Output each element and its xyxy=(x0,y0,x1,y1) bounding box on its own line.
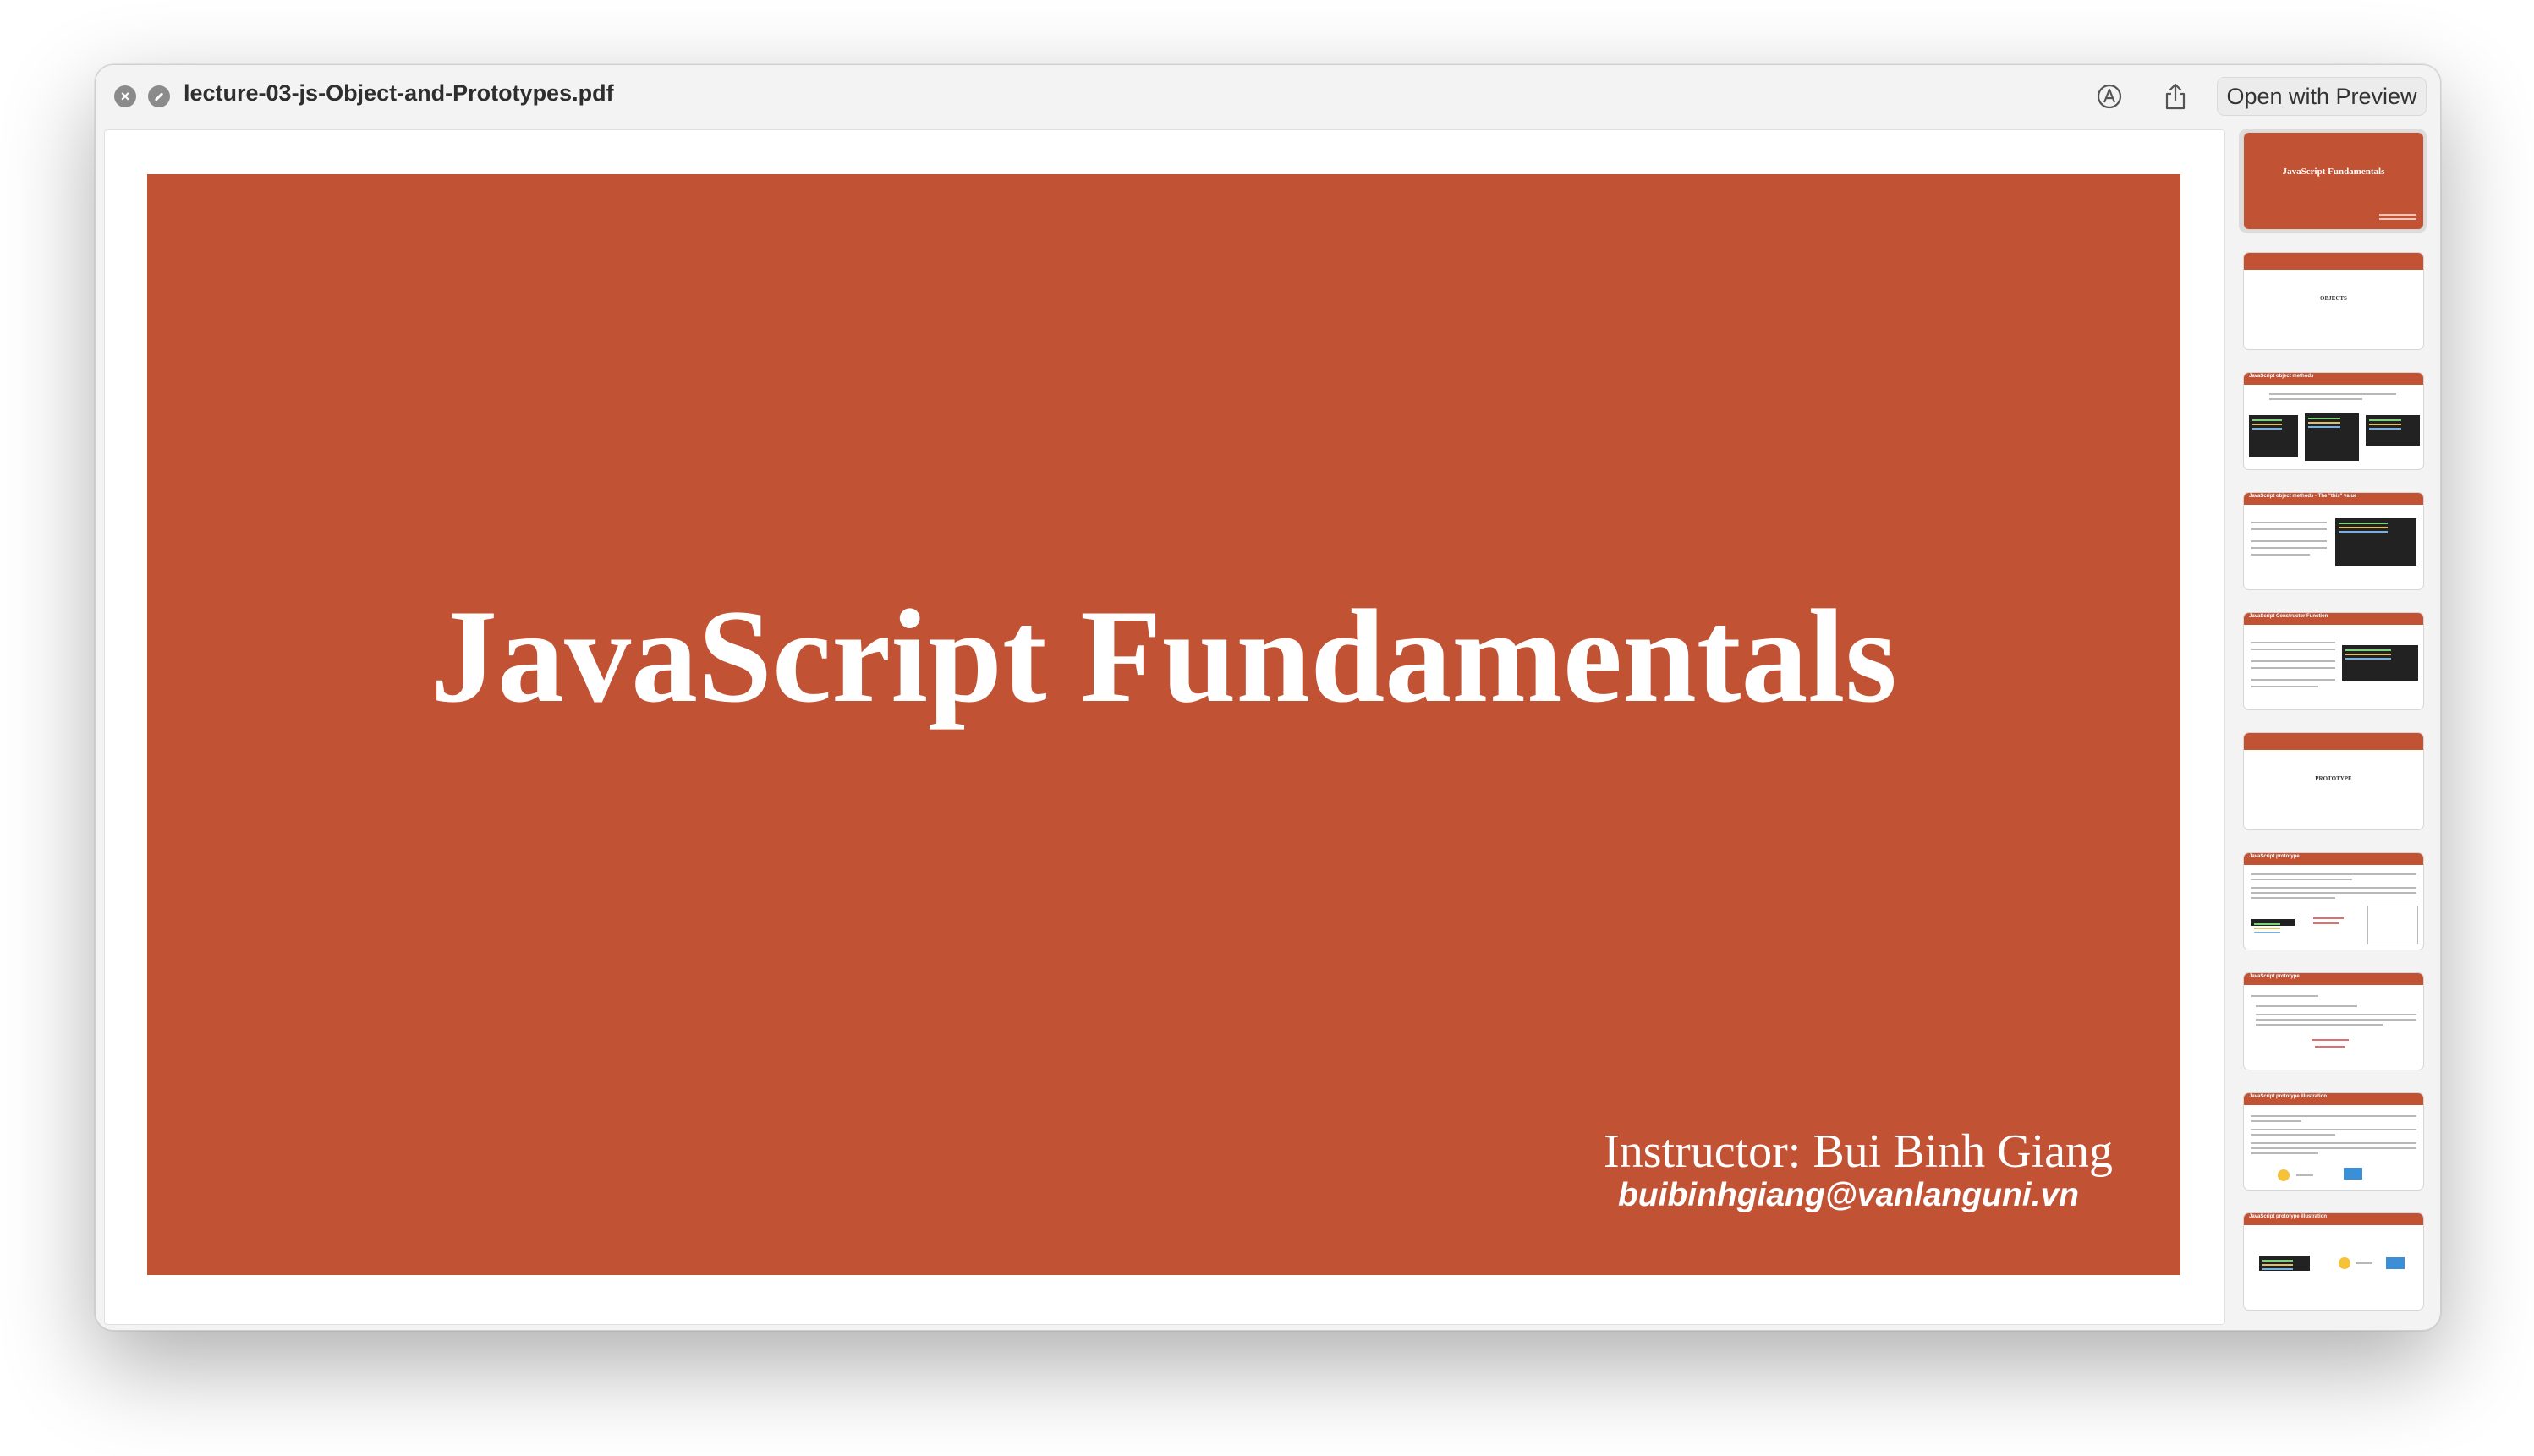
thumbnail-page-5[interactable]: JavaScript Constructor Function xyxy=(2244,613,2423,709)
slide-title: JavaScript Fundamentals xyxy=(431,583,1897,731)
instructor-text: Instructor: Bui Binh Giang xyxy=(1604,1125,2113,1178)
quicklook-window: × lecture-03-js-Object-and-Prototypes.pd… xyxy=(95,64,2441,1331)
thumbnail-title: JavaScript object methods - The "this" v… xyxy=(2249,494,2357,499)
title-bar: × lecture-03-js-Object-and-Prototypes.pd… xyxy=(96,65,2440,126)
slide: JavaScript Fundamentals Instructor: Bui … xyxy=(147,174,2180,1275)
thumbnail-sidebar[interactable]: JavaScript Fundamentals OBJECTS JavaScri… xyxy=(2232,126,2440,1330)
fullscreen-icon[interactable] xyxy=(148,85,170,107)
thumbnail-title: JavaScript prototype xyxy=(2249,974,2300,979)
markup-icon[interactable] xyxy=(2095,82,2124,111)
thumbnail-title: JavaScript prototype illustration xyxy=(2249,1214,2328,1219)
thumbnail-page-2[interactable]: OBJECTS xyxy=(2244,253,2423,349)
document-title: lecture-03-js-Object-and-Prototypes.pdf xyxy=(184,80,614,106)
pdf-page-view[interactable]: JavaScript Fundamentals Instructor: Bui … xyxy=(104,129,2225,1325)
thumbnail-title: OBJECTS xyxy=(2320,295,2347,302)
thumbnail-title: JavaScript Fundamentals xyxy=(2282,167,2385,177)
close-icon[interactable]: × xyxy=(114,85,136,107)
thumbnail-title: JavaScript prototype xyxy=(2249,854,2300,859)
thumbnail-page-10[interactable]: JavaScript prototype illustration xyxy=(2244,1213,2423,1310)
thumbnail-title: JavaScript Constructor Function xyxy=(2249,614,2328,619)
thumbnail-page-3[interactable]: JavaScript object methods xyxy=(2244,373,2423,469)
thumbnail-page-6[interactable]: PROTOTYPE xyxy=(2244,733,2423,829)
thumbnail-page-1[interactable]: JavaScript Fundamentals xyxy=(2244,133,2423,229)
thumbnail-page-4[interactable]: JavaScript object methods - The "this" v… xyxy=(2244,493,2423,589)
thumbnail-page-8[interactable]: JavaScript prototype xyxy=(2244,973,2423,1070)
open-with-preview-button[interactable]: Open with Preview xyxy=(2217,77,2427,116)
instructor-email: buibinhgiang@vanlanguni.vn xyxy=(1617,1177,2079,1213)
thumbnail-title: PROTOTYPE xyxy=(2315,775,2352,782)
thumbnail-page-9[interactable]: JavaScript prototype illustration xyxy=(2244,1093,2423,1190)
thumbnail-page-7[interactable]: JavaScript prototype xyxy=(2244,853,2423,950)
thumbnail-title: JavaScript prototype illustration xyxy=(2249,1094,2328,1099)
share-icon[interactable] xyxy=(2161,82,2190,111)
thumbnail-title: JavaScript object methods xyxy=(2249,374,2314,379)
